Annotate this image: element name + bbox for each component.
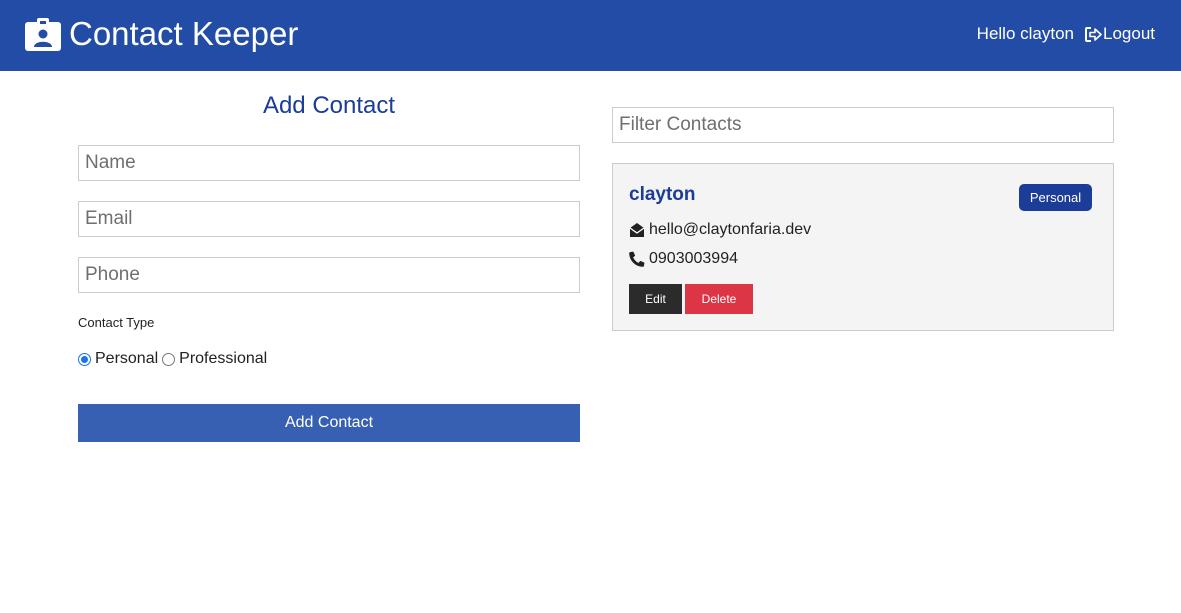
add-contact-form: Add Contact Contact Type Personal Profes… [78,88,580,442]
radio-professional-label: Professional [179,350,268,367]
contact-type-label: Contact Type [78,315,155,330]
id-badge-icon [25,17,61,51]
contact-name: clayton [629,184,696,205]
contact-phone-row: 0903003994 [629,249,738,269]
nav-user-menu: Hello clayton Logout [977,22,1155,46]
email-input[interactable] [78,201,580,237]
radio-personal-label: Personal [95,350,159,367]
contact-type-radio-group: Personal Professional [78,349,271,369]
contact-email: hello@claytonfaria.dev [649,221,812,238]
envelope-open-icon [629,223,645,237]
contact-type-badge: Personal [1019,184,1092,211]
delete-button[interactable]: Delete [685,284,753,314]
app-title: Contact Keeper [69,15,299,52]
contact-email-row: hello@claytonfaria.dev [629,220,811,240]
form-title: Add Contact [262,92,396,119]
add-contact-button[interactable]: Add Contact [78,404,580,442]
radio-personal[interactable] [78,352,91,366]
phone-icon [629,251,645,267]
logout-link[interactable]: Logout [1085,24,1155,44]
sign-out-icon [1085,26,1102,42]
logout-label: Logout [1103,24,1155,43]
radio-professional[interactable] [162,352,176,366]
edit-button[interactable]: Edit [629,284,682,314]
filter-contacts-input[interactable] [612,107,1114,143]
user-greeting: Hello clayton [976,24,1074,43]
phone-input[interactable] [78,257,580,293]
contact-phone: 0903003994 [649,250,738,267]
contact-card: clayton Personal hello@claytonfaria.dev … [612,163,1114,331]
name-input[interactable] [78,145,580,181]
brand: Contact Keeper [25,14,298,54]
navbar: Contact Keeper Hello clayton Logout [0,0,1181,71]
